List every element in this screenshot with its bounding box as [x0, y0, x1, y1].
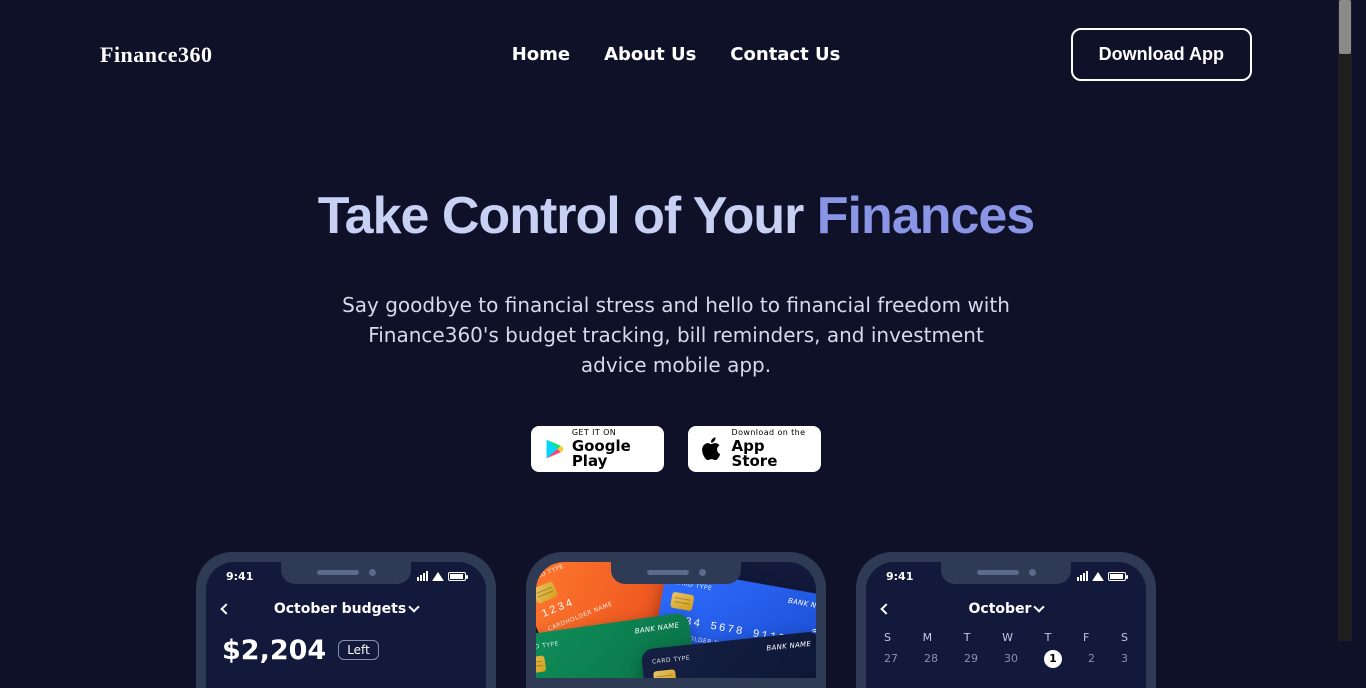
google-play-top: GET IT ON: [572, 429, 650, 437]
wifi-icon: [1092, 572, 1104, 581]
budgets-title[interactable]: October budgets: [274, 601, 418, 617]
chevron-down-icon: [1034, 601, 1045, 612]
calendar-date[interactable]: 30: [1004, 652, 1018, 665]
calendar-title[interactable]: October: [969, 601, 1044, 617]
battery-icon: [448, 572, 466, 581]
card-bank-label: BANK NAME: [766, 639, 811, 652]
status-time: 9:41: [886, 570, 913, 583]
calendar-date[interactable]: 2: [1088, 652, 1095, 665]
calendar-date[interactable]: 3: [1121, 652, 1128, 665]
calendar-day-headers: S M T W T F S: [882, 631, 1130, 644]
hero-subtitle: Say goodbye to financial stress and hell…: [336, 290, 1016, 380]
google-play-bottom: Google Play: [572, 439, 650, 469]
calendar-row: 27 28 29 30 1 2 3: [882, 650, 1130, 668]
phone-notch: [281, 562, 411, 584]
card-chip-icon: [536, 655, 546, 674]
site-header: Finance360 Home About Us Contact Us Down…: [0, 0, 1352, 81]
app-store-top: Download on the: [732, 429, 807, 437]
phone-calendar: 9:41 October S M T W: [856, 552, 1156, 688]
google-play-icon: [545, 436, 564, 462]
google-play-button[interactable]: GET IT ON Google Play: [531, 426, 664, 472]
hero-title-accent: Finances: [817, 187, 1034, 245]
calendar-date[interactable]: 29: [964, 652, 978, 665]
card-chip-icon: [536, 581, 558, 604]
app-store-bottom: App Store: [732, 439, 807, 469]
phone-budgets: 9:41 October budgets $2,204 Left: [196, 552, 496, 688]
day-header: T: [964, 631, 971, 644]
nav-contact[interactable]: Contact Us: [730, 44, 840, 65]
calendar-date-today[interactable]: 1: [1044, 650, 1062, 668]
signal-icon: [1077, 571, 1088, 581]
day-header: F: [1083, 631, 1089, 644]
phone-cards: CARD TYPE BANK NAME 1234 CARDHOLDER NAME…: [526, 552, 826, 688]
wifi-icon: [432, 572, 444, 581]
calendar-date[interactable]: 27: [884, 652, 898, 665]
phone-notch: [941, 562, 1071, 584]
day-header: S: [884, 631, 891, 644]
day-header: W: [1002, 631, 1013, 644]
hero-title: Take Control of Your Finances: [0, 189, 1352, 244]
primary-nav: Home About Us Contact Us: [512, 44, 841, 65]
apple-icon: [702, 436, 724, 462]
status-time: 9:41: [226, 570, 253, 583]
phone-previews: 9:41 October budgets $2,204 Left: [0, 552, 1352, 688]
back-icon[interactable]: [220, 603, 231, 614]
chevron-down-icon: [409, 601, 420, 612]
download-app-button[interactable]: Download App: [1071, 28, 1252, 81]
day-header: S: [1121, 631, 1128, 644]
nav-about[interactable]: About Us: [604, 44, 696, 65]
scrollbar-thumb[interactable]: [1339, 0, 1351, 54]
app-store-button[interactable]: Download on the App Store: [688, 426, 821, 472]
day-header: T: [1045, 631, 1052, 644]
nav-home[interactable]: Home: [512, 44, 570, 65]
card-chip-icon: [653, 669, 677, 678]
budget-amount: $2,204: [222, 635, 326, 666]
hero-title-plain: Take Control of Your: [318, 187, 817, 245]
card-chip-icon: [670, 591, 694, 611]
hero-section: Take Control of Your Finances Say goodby…: [0, 189, 1352, 472]
signal-icon: [417, 571, 428, 581]
store-buttons: GET IT ON Google Play Download on the Ap…: [0, 426, 1352, 472]
day-header: M: [923, 631, 933, 644]
budget-left-pill: Left: [338, 640, 379, 660]
battery-icon: [1108, 572, 1126, 581]
phone-notch: [611, 562, 741, 584]
back-icon[interactable]: [880, 603, 891, 614]
page-scrollbar[interactable]: [1338, 0, 1352, 641]
brand-logo: Finance360: [100, 42, 213, 68]
calendar-date[interactable]: 28: [924, 652, 938, 665]
